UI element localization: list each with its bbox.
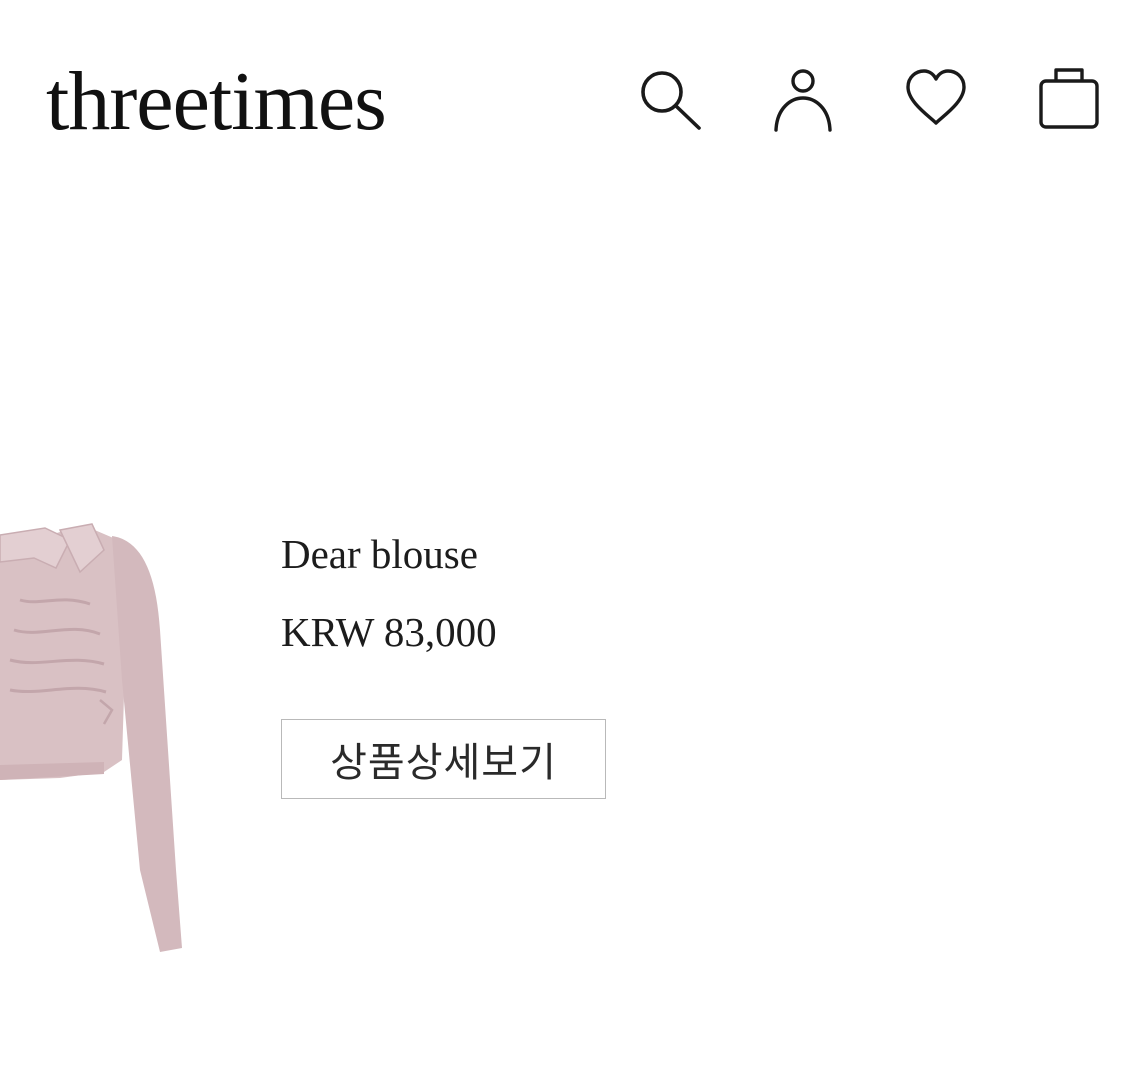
shopping-bag-icon	[1037, 65, 1101, 131]
wishlist-button[interactable]	[900, 62, 972, 134]
account-button[interactable]	[767, 62, 839, 134]
cart-button[interactable]	[1033, 62, 1105, 134]
product-name[interactable]: Dear blouse	[281, 522, 781, 586]
view-product-details-button[interactable]: 상품상세보기	[281, 719, 606, 799]
search-icon	[636, 64, 704, 132]
product-price: KRW 83,000	[281, 609, 497, 655]
product-image[interactable]	[0, 510, 200, 970]
account-icon	[771, 64, 835, 132]
pink-blouse-image	[0, 523, 182, 952]
product-info: Dear blouse KRW 83,000	[281, 522, 781, 657]
heart-icon	[904, 68, 968, 128]
search-button[interactable]	[634, 62, 706, 134]
site-header: threetimes	[0, 0, 1125, 190]
site-logo[interactable]: threetimes	[46, 52, 387, 152]
